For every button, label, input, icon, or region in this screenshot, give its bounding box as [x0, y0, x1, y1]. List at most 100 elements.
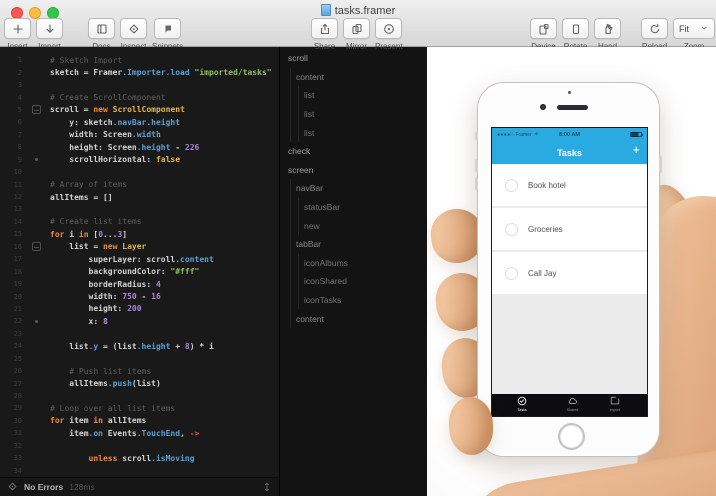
line-number: 7: [0, 131, 22, 139]
code-line[interactable]: 29# Loop over all list items: [0, 402, 279, 414]
device-button[interactable]: [530, 18, 557, 39]
tab-shared[interactable]: Shared: [555, 396, 589, 412]
layer-item-list[interactable]: list: [280, 123, 427, 142]
code-line[interactable]: 5scroll = new ScrollComponent: [0, 104, 279, 116]
task-checkbox[interactable]: [505, 179, 518, 192]
line-number: 17: [0, 255, 22, 263]
code-text: x: 8: [50, 317, 108, 326]
code-line[interactable]: 25: [0, 353, 279, 365]
code-line[interactable]: 28: [0, 390, 279, 402]
code-line[interactable]: 11# Array of items: [0, 178, 279, 190]
mirror-button[interactable]: [343, 18, 370, 39]
layer-item-tabBar[interactable]: tabBar: [280, 235, 427, 254]
code-line[interactable]: 8 height: Screen.height - 226: [0, 141, 279, 153]
fold-toggle-icon[interactable]: [22, 105, 50, 114]
fold-toggle-icon[interactable]: [22, 242, 50, 251]
code-line[interactable]: 18 backgroundColor: "#fff": [0, 265, 279, 277]
code-text: width: Screen.width: [50, 130, 161, 139]
layer-item-iconAlbums[interactable]: iconAlbums: [280, 254, 427, 273]
code-line[interactable]: 2sketch = Framer.Importer.load "imported…: [0, 66, 279, 78]
tab-import[interactable]: Import: [598, 396, 632, 412]
rotate-button[interactable]: [562, 18, 589, 39]
code-editor[interactable]: 1# Sketch Import2sketch = Framer.Importe…: [0, 47, 280, 496]
proximity-sensor: [568, 91, 571, 94]
line-number: 12: [0, 193, 22, 201]
import-button[interactable]: [36, 18, 63, 39]
hand-button[interactable]: [594, 18, 621, 39]
layer-item-content[interactable]: content: [280, 68, 427, 87]
task-checkbox[interactable]: [505, 223, 518, 236]
task-row[interactable]: Call Jay: [492, 252, 647, 294]
code-line[interactable]: 23: [0, 328, 279, 340]
present-button[interactable]: [375, 18, 402, 39]
snippets-button[interactable]: [154, 18, 181, 39]
code-line[interactable]: 20 width: 750 - 16: [0, 290, 279, 302]
share-button[interactable]: [311, 18, 338, 39]
code-line[interactable]: 17 superLayer: scroll.content: [0, 253, 279, 265]
docs-button[interactable]: [88, 18, 115, 39]
home-button: [558, 423, 585, 450]
code-line[interactable]: 34: [0, 464, 279, 476]
task-checkbox[interactable]: [505, 267, 518, 280]
line-number: 34: [0, 467, 22, 475]
tab-tasks[interactable]: Tasks: [505, 396, 539, 412]
layer-item-check[interactable]: check: [280, 142, 427, 161]
code-line[interactable]: 31 item.on Events.TouchEnd, ->: [0, 427, 279, 439]
code-text: width: 750 - 16: [50, 292, 161, 301]
code-line[interactable]: 19 borderRadius: 4: [0, 278, 279, 290]
code-line[interactable]: 22 x: 8: [0, 315, 279, 327]
layer-item-navBar[interactable]: navBar: [280, 179, 427, 198]
code-line[interactable]: 12 allItems = []: [0, 191, 279, 203]
code-line[interactable]: 1# Sketch Import: [0, 54, 279, 66]
phone-screen: ●●●●○ Framer 8:00 AM Tasks + Book hotelG…: [491, 127, 648, 417]
reload-button[interactable]: [641, 18, 668, 39]
code-line[interactable]: 16 list = new Layer: [0, 241, 279, 253]
code-line[interactable]: 7 width: Screen.width: [0, 129, 279, 141]
code-line[interactable]: 4# Create ScrollComponent: [0, 91, 279, 103]
code-line[interactable]: 32: [0, 440, 279, 452]
battery-icon: [630, 132, 642, 137]
updown-icon[interactable]: [262, 482, 272, 492]
code-line[interactable]: 21 height: 200: [0, 303, 279, 315]
device-preview: ●●●●○ Framer 8:00 AM Tasks + Book hotelG…: [427, 47, 716, 496]
code-lines[interactable]: 1# Sketch Import2sketch = Framer.Importe…: [0, 47, 279, 477]
code-line[interactable]: 10: [0, 166, 279, 178]
code-line[interactable]: 14# Create list items: [0, 216, 279, 228]
layer-item-content[interactable]: content: [280, 309, 427, 328]
code-line[interactable]: 9 scrollHorizontal: false: [0, 154, 279, 166]
layer-item-list[interactable]: list: [280, 105, 427, 124]
code-line[interactable]: 6 y: sketch.navBar.height: [0, 116, 279, 128]
cloud-icon: [567, 396, 578, 406]
add-task-button[interactable]: +: [632, 142, 640, 157]
code-text: backgroundColor: "#fff": [50, 267, 199, 276]
diamond-icon[interactable]: [7, 481, 18, 494]
code-line[interactable]: 26 # Push list items: [0, 365, 279, 377]
task-row[interactable]: Groceries: [492, 208, 647, 250]
code-text: scrollHorizontal: false: [50, 155, 180, 164]
task-row[interactable]: Book hotel: [492, 164, 647, 206]
layer-item-iconTasks[interactable]: iconTasks: [280, 291, 427, 310]
earpiece-speaker: [557, 105, 588, 110]
power-button: [659, 156, 662, 173]
code-text: # Push list items: [50, 367, 151, 376]
code-line[interactable]: 13: [0, 203, 279, 215]
inspect-button[interactable]: [120, 18, 147, 39]
code-text: allItems = []: [50, 193, 113, 202]
insert-button[interactable]: [4, 18, 31, 39]
layer-item-new[interactable]: new: [280, 216, 427, 235]
layer-item-list[interactable]: list: [280, 86, 427, 105]
line-number: 8: [0, 143, 22, 151]
layer-item-screen[interactable]: screen: [280, 161, 427, 180]
code-line[interactable]: 15for i in [0...3]: [0, 228, 279, 240]
toolbar-item-mirror: Mirror: [343, 18, 370, 51]
layer-item-statusBar[interactable]: statusBar: [280, 198, 427, 217]
code-line[interactable]: 27 allItems.push(list): [0, 377, 279, 389]
code-line[interactable]: 24 list.y = (list.height + 8) * i: [0, 340, 279, 352]
code-line[interactable]: 3: [0, 79, 279, 91]
phone-nav-bar: Tasks +: [492, 141, 647, 164]
layer-item-scroll[interactable]: scroll: [280, 49, 427, 68]
zoom-dropdown[interactable]: Fit: [673, 18, 715, 39]
code-line[interactable]: 30for item in allItems: [0, 415, 279, 427]
layer-item-iconShared[interactable]: iconShared: [280, 272, 427, 291]
code-line[interactable]: 33 unless scroll.isMoving: [0, 452, 279, 464]
